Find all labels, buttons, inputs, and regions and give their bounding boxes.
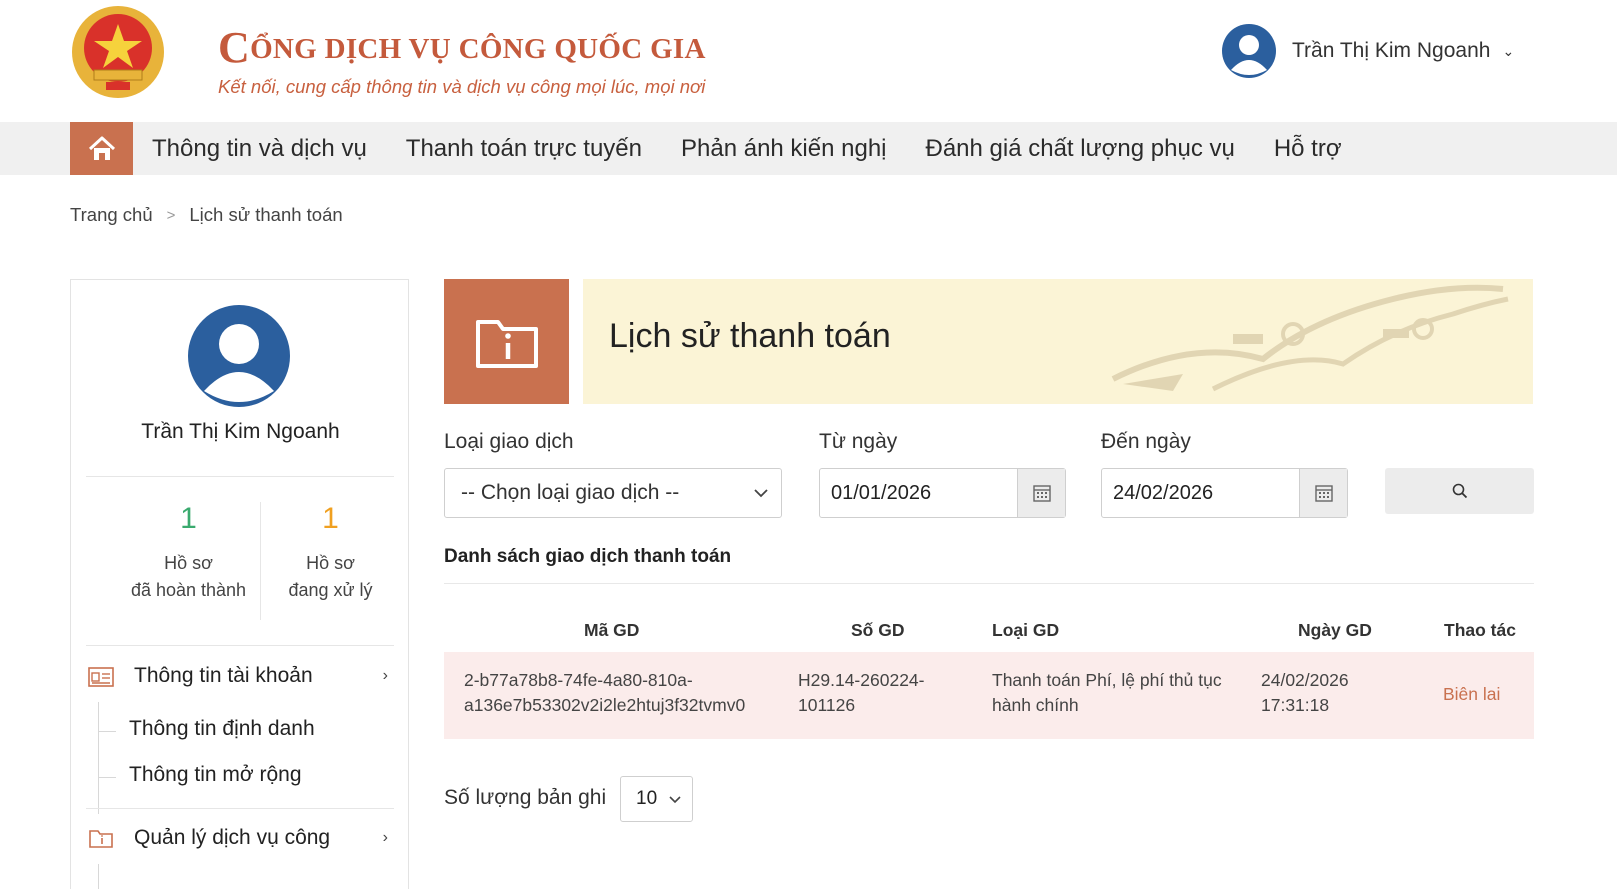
cell-ngay-gd-line2: 17:31:18 xyxy=(1261,695,1330,715)
calendar-icon xyxy=(1032,485,1051,502)
user-name: Trần Thị Kim Ngoanh xyxy=(1292,39,1491,62)
record-count-label: Số lượng bản ghi xyxy=(444,786,607,809)
cell-loai-gd-line2: hành chính xyxy=(992,695,1079,715)
cell-loai-gd: Thanh toán Phí, lệ phí thủ tục hành chín… xyxy=(992,668,1222,718)
chevron-right-icon: › xyxy=(382,829,388,846)
page-icon-tile xyxy=(444,279,569,404)
record-count-select[interactable]: 10 xyxy=(620,776,693,822)
tree-tick xyxy=(98,731,116,732)
stat-completed-value: 1 xyxy=(180,502,197,535)
cell-so-gd: H29.14-260224- 101126 xyxy=(798,668,924,718)
from-date-input[interactable]: 01/01/2026 xyxy=(820,469,1017,517)
cell-ngay-gd: 24/02/2026 17:31:18 xyxy=(1261,668,1349,718)
national-emblem-icon[interactable] xyxy=(68,2,168,102)
chevron-right-icon: › xyxy=(382,667,388,684)
breadcrumb-home[interactable]: Trang chủ xyxy=(70,204,153,226)
tree-line xyxy=(98,864,99,889)
cell-so-gd-line1: H29.14-260224- xyxy=(798,670,925,690)
portal-title-text: ỔNG DỊCH VỤ CÔNG QUỐC GIA xyxy=(250,33,706,65)
breadcrumb-separator: > xyxy=(166,206,176,224)
user-avatar-icon xyxy=(1222,24,1276,78)
stat-processing-label-1: Hồ sơ xyxy=(306,553,355,573)
chevron-down-icon: ⌄ xyxy=(1502,42,1515,59)
home-button[interactable] xyxy=(70,122,133,175)
folder-info-icon xyxy=(89,830,113,848)
search-icon xyxy=(1452,483,1467,499)
menu-public-service-label: Quản lý dịch vụ công xyxy=(134,826,331,849)
search-button[interactable] xyxy=(1385,468,1534,514)
page-title: Lịch sử thanh toán xyxy=(609,317,891,355)
tree-tick xyxy=(98,777,116,778)
from-date-picker-button[interactable] xyxy=(1017,469,1065,517)
chevron-down-icon xyxy=(669,796,681,804)
column-header-loai-gd: Loại GD xyxy=(992,620,1060,640)
transaction-type-value: -- Chọn loại giao dịch -- xyxy=(461,481,680,504)
to-date-label: Đến ngày xyxy=(1101,430,1191,453)
stat-processing[interactable]: 1 Hồ sơ đang xử lý xyxy=(263,502,398,604)
sidebar: Trần Thị Kim Ngoanh 1 Hồ sơ đã hoàn thàn… xyxy=(70,279,409,889)
breadcrumb: Trang chủ > Lịch sử thanh toán xyxy=(70,204,343,226)
breadcrumb-current: Lịch sử thanh toán xyxy=(189,204,343,225)
folder-info-icon xyxy=(475,319,538,368)
chevron-down-icon xyxy=(754,489,768,498)
cell-ma-gd-line2: a136e7b53302v2i2le2htuj3f32tvmv0 xyxy=(464,695,746,715)
submenu-identity-info[interactable]: Thông tin định danh xyxy=(129,717,315,741)
calendar-icon xyxy=(1314,485,1333,502)
page-banner: Lịch sử thanh toán xyxy=(583,279,1533,404)
site-header: CỔNG DỊCH VỤ CÔNG QUỐC GIA Kết nối, cung… xyxy=(0,0,1617,122)
divider xyxy=(86,645,394,646)
divider xyxy=(444,583,1534,584)
profile-name: Trần Thị Kim Ngoanh xyxy=(141,420,340,443)
user-menu[interactable]: Trần Thị Kim Ngoanh ⌄ xyxy=(1222,24,1514,78)
table-row: 2-b77a78b8-74fe-4a80-810a- a136e7b53302v… xyxy=(444,652,1534,739)
nav-item-online-payment[interactable]: Thanh toán trực tuyến xyxy=(406,135,642,163)
cell-ma-gd: 2-b77a78b8-74fe-4a80-810a- a136e7b53302v… xyxy=(464,668,745,718)
stat-processing-value: 1 xyxy=(322,502,339,535)
transaction-type-select[interactable]: -- Chọn loại giao dịch -- xyxy=(444,468,782,518)
to-date-input[interactable]: 24/02/2026 xyxy=(1102,469,1299,517)
cell-loai-gd-line1: Thanh toán Phí, lệ phí thủ tục xyxy=(992,670,1222,690)
profile-avatar-icon xyxy=(188,305,290,407)
submenu-extended-info[interactable]: Thông tin mở rộng xyxy=(129,763,302,787)
stat-processing-label-2: đang xử lý xyxy=(288,580,373,600)
to-date-picker-button[interactable] xyxy=(1299,469,1347,517)
portal-title-initial: C xyxy=(218,23,251,72)
portal-tagline: Kết nối, cung cấp thông tin và dịch vụ c… xyxy=(218,76,706,97)
stat-completed-label-2: đã hoàn thành xyxy=(130,580,247,600)
crane-motif-icon xyxy=(1111,284,1509,392)
tree-line xyxy=(98,702,99,814)
cell-so-gd-line2: 101126 xyxy=(798,695,856,715)
column-header-so-gd: Số GD xyxy=(851,620,905,640)
stat-completed[interactable]: 1 Hồ sơ đã hoàn thành xyxy=(121,502,256,604)
from-date-field: 01/01/2026 xyxy=(819,468,1066,518)
menu-account-info[interactable]: Thông tin tài khoản › xyxy=(88,664,388,688)
cell-ma-gd-line1: 2-b77a78b8-74fe-4a80-810a- xyxy=(464,670,693,690)
receipt-link[interactable]: Biên lai xyxy=(1443,684,1500,705)
stat-completed-label-1: Hồ sơ xyxy=(164,553,213,573)
nav-item-service-rating[interactable]: Đánh giá chất lượng phục vụ xyxy=(926,135,1235,163)
nav-item-support[interactable]: Hỗ trợ xyxy=(1274,135,1342,163)
home-icon xyxy=(88,136,115,160)
portal-title[interactable]: CỔNG DỊCH VỤ CÔNG QUỐC GIA xyxy=(218,22,706,73)
column-header-thao-tac: Thao tác xyxy=(1444,620,1516,640)
divider xyxy=(86,476,394,477)
menu-public-service[interactable]: Quản lý dịch vụ công › xyxy=(88,826,388,850)
record-count-value: 10 xyxy=(636,788,658,809)
column-header-ngay-gd: Ngày GD xyxy=(1298,620,1372,640)
to-date-field: 24/02/2026 xyxy=(1101,468,1348,518)
nav-item-feedback[interactable]: Phản ánh kiến nghị xyxy=(681,135,887,163)
cell-ngay-gd-line1: 24/02/2026 xyxy=(1261,670,1349,690)
column-header-ma-gd: Mã GD xyxy=(584,620,640,640)
type-filter-label: Loại giao dịch xyxy=(444,430,574,453)
from-date-label: Từ ngày xyxy=(819,430,898,453)
id-card-icon xyxy=(88,667,114,687)
divider xyxy=(260,502,261,620)
nav-item-info-services[interactable]: Thông tin và dịch vụ xyxy=(152,135,367,163)
menu-account-info-label: Thông tin tài khoản xyxy=(134,664,313,687)
main-nav: Thông tin và dịch vụ Thanh toán trực tuy… xyxy=(0,122,1617,175)
list-title: Danh sách giao dịch thanh toán xyxy=(444,546,732,567)
divider xyxy=(86,808,394,809)
